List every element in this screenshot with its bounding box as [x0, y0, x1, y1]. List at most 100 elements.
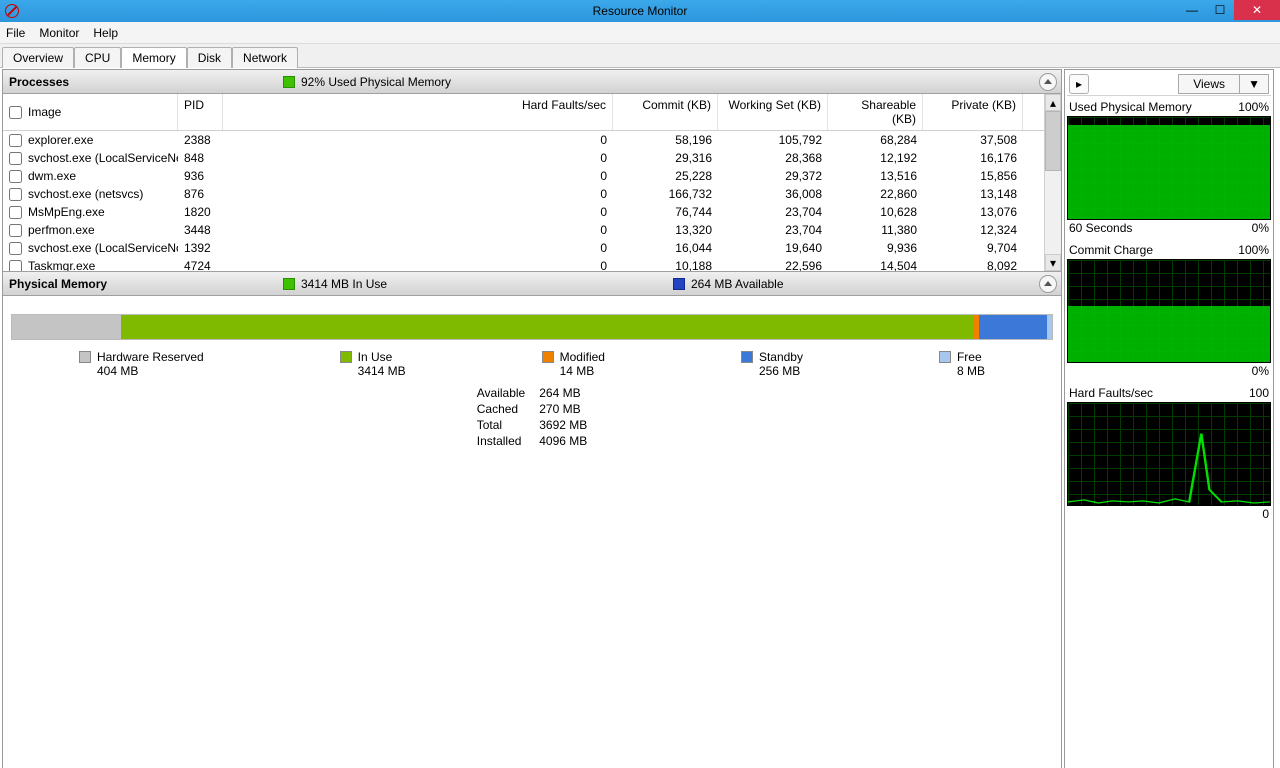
close-button[interactable]: ✕	[1234, 0, 1280, 20]
cell-shareable: 10,628	[828, 204, 923, 220]
detail-available-value: 264 MB	[533, 386, 593, 400]
row-checkbox[interactable]	[9, 188, 22, 201]
maximize-button[interactable]: ☐	[1206, 0, 1234, 20]
table-row[interactable]: perfmon.exe3448013,32023,70411,38012,324	[3, 221, 1044, 239]
table-row[interactable]: svchost.exe (LocalServiceNo...1392016,04…	[3, 239, 1044, 257]
col-private[interactable]: Private (KB)	[923, 94, 1023, 130]
cell-private: 13,148	[923, 186, 1023, 202]
cell-hard-faults: 0	[223, 222, 613, 238]
legend-modified-val: 14 MB	[560, 364, 595, 378]
tab-memory[interactable]: Memory	[121, 47, 186, 68]
table-row[interactable]: Taskmgr.exe4724010,18822,59614,5048,092	[3, 257, 1044, 271]
cell-private: 15,856	[923, 168, 1023, 184]
row-checkbox[interactable]	[9, 134, 22, 147]
menu-monitor[interactable]: Monitor	[39, 26, 79, 40]
collapse-physmem-button[interactable]	[1039, 275, 1057, 293]
collapse-processes-button[interactable]	[1039, 73, 1057, 91]
cell-image: svchost.exe (LocalServiceNo...	[28, 241, 178, 255]
cell-hard-faults: 0	[223, 240, 613, 256]
table-row[interactable]: svchost.exe (LocalServiceNet...848029,31…	[3, 149, 1044, 167]
processes-header[interactable]: Processes 92% Used Physical Memory	[3, 70, 1061, 94]
cell-commit: 10,188	[613, 258, 718, 271]
tab-disk[interactable]: Disk	[187, 47, 232, 68]
memory-indicator-icon	[283, 76, 295, 88]
tab-overview[interactable]: Overview	[2, 47, 74, 68]
cell-image: dwm.exe	[28, 169, 76, 183]
cell-shareable: 13,516	[828, 168, 923, 184]
table-row[interactable]: MsMpEng.exe1820076,74423,70410,62813,076	[3, 203, 1044, 221]
views-label: Views	[1179, 77, 1239, 91]
cell-shareable: 12,192	[828, 150, 923, 166]
row-checkbox[interactable]	[9, 260, 22, 272]
side-nav-button[interactable]: ▸	[1069, 74, 1089, 94]
side-pane: ▸ Views ▼ Used Physical Memory100% 60 Se…	[1064, 69, 1274, 768]
row-checkbox[interactable]	[9, 242, 22, 255]
select-all-checkbox[interactable]	[9, 106, 22, 119]
cell-working-set: 28,368	[718, 150, 828, 166]
row-checkbox[interactable]	[9, 152, 22, 165]
scroll-up-button[interactable]: ▴	[1045, 94, 1061, 111]
table-row[interactable]: dwm.exe936025,22829,37213,51615,856	[3, 167, 1044, 185]
row-checkbox[interactable]	[9, 170, 22, 183]
cell-working-set: 22,596	[718, 258, 828, 271]
scroll-thumb[interactable]	[1045, 111, 1061, 171]
legend-standby-label: Standby	[759, 350, 803, 364]
views-button[interactable]: Views ▼	[1178, 74, 1269, 94]
menu-file[interactable]: File	[6, 26, 25, 40]
swatch-inuse-icon	[340, 351, 352, 363]
cell-image: MsMpEng.exe	[28, 205, 105, 219]
cell-private: 37,508	[923, 132, 1023, 148]
detail-cached-label: Cached	[471, 402, 531, 416]
views-dropdown-icon[interactable]: ▼	[1239, 75, 1268, 93]
cell-private: 9,704	[923, 240, 1023, 256]
physical-memory-header[interactable]: Physical Memory 3414 MB In Use 264 MB Av…	[3, 272, 1061, 296]
cell-hard-faults: 0	[223, 150, 613, 166]
menu-bar: File Monitor Help	[0, 22, 1280, 44]
tab-cpu[interactable]: CPU	[74, 47, 121, 68]
menu-help[interactable]: Help	[93, 26, 118, 40]
col-image[interactable]: Image	[28, 105, 61, 119]
cell-working-set: 105,792	[718, 132, 828, 148]
cell-private: 8,092	[923, 258, 1023, 271]
minimize-button[interactable]: —	[1178, 0, 1206, 20]
swatch-standby-icon	[741, 351, 753, 363]
window-title: Resource Monitor	[593, 4, 688, 18]
app-icon	[4, 3, 20, 19]
cell-working-set: 23,704	[718, 222, 828, 238]
membar-hardware-reserved	[12, 315, 121, 339]
chart-commit-charge	[1067, 259, 1271, 363]
row-checkbox[interactable]	[9, 206, 22, 219]
col-hard-faults[interactable]: Hard Faults/sec	[223, 94, 613, 130]
memory-bar	[11, 314, 1053, 340]
detail-installed-label: Installed	[471, 434, 531, 448]
legend-inuse-val: 3414 MB	[358, 364, 406, 378]
legend-free-val: 8 MB	[957, 364, 985, 378]
membar-in-use	[121, 315, 974, 339]
row-checkbox[interactable]	[9, 224, 22, 237]
inuse-indicator-icon	[283, 278, 295, 290]
cell-commit: 76,744	[613, 204, 718, 220]
cell-image: explorer.exe	[28, 133, 93, 147]
memory-details: Available264 MB Cached270 MB Total3692 M…	[11, 384, 1053, 450]
scroll-down-button[interactable]: ▾	[1045, 254, 1061, 271]
cell-shareable: 22,860	[828, 186, 923, 202]
table-row[interactable]: svchost.exe (netsvcs)8760166,73236,00822…	[3, 185, 1044, 203]
legend-hw-val: 404 MB	[97, 364, 138, 378]
col-commit[interactable]: Commit (KB)	[613, 94, 718, 130]
col-shareable[interactable]: Shareable (KB)	[828, 94, 923, 130]
cell-commit: 166,732	[613, 186, 718, 202]
cell-private: 13,076	[923, 204, 1023, 220]
processes-title: Processes	[9, 75, 69, 89]
cell-commit: 13,320	[613, 222, 718, 238]
swatch-modified-icon	[542, 351, 554, 363]
table-row[interactable]: explorer.exe2388058,196105,79268,28437,5…	[3, 131, 1044, 149]
processes-scrollbar[interactable]: ▴ ▾	[1044, 94, 1061, 271]
legend-modified-label: Modified	[560, 350, 605, 364]
cell-shareable: 9,936	[828, 240, 923, 256]
col-pid[interactable]: PID	[178, 94, 223, 130]
col-working-set[interactable]: Working Set (KB)	[718, 94, 828, 130]
detail-cached-value: 270 MB	[533, 402, 593, 416]
tab-network[interactable]: Network	[232, 47, 298, 68]
cell-pid: 1820	[178, 204, 223, 220]
chart3-title: Hard Faults/sec	[1069, 386, 1153, 400]
